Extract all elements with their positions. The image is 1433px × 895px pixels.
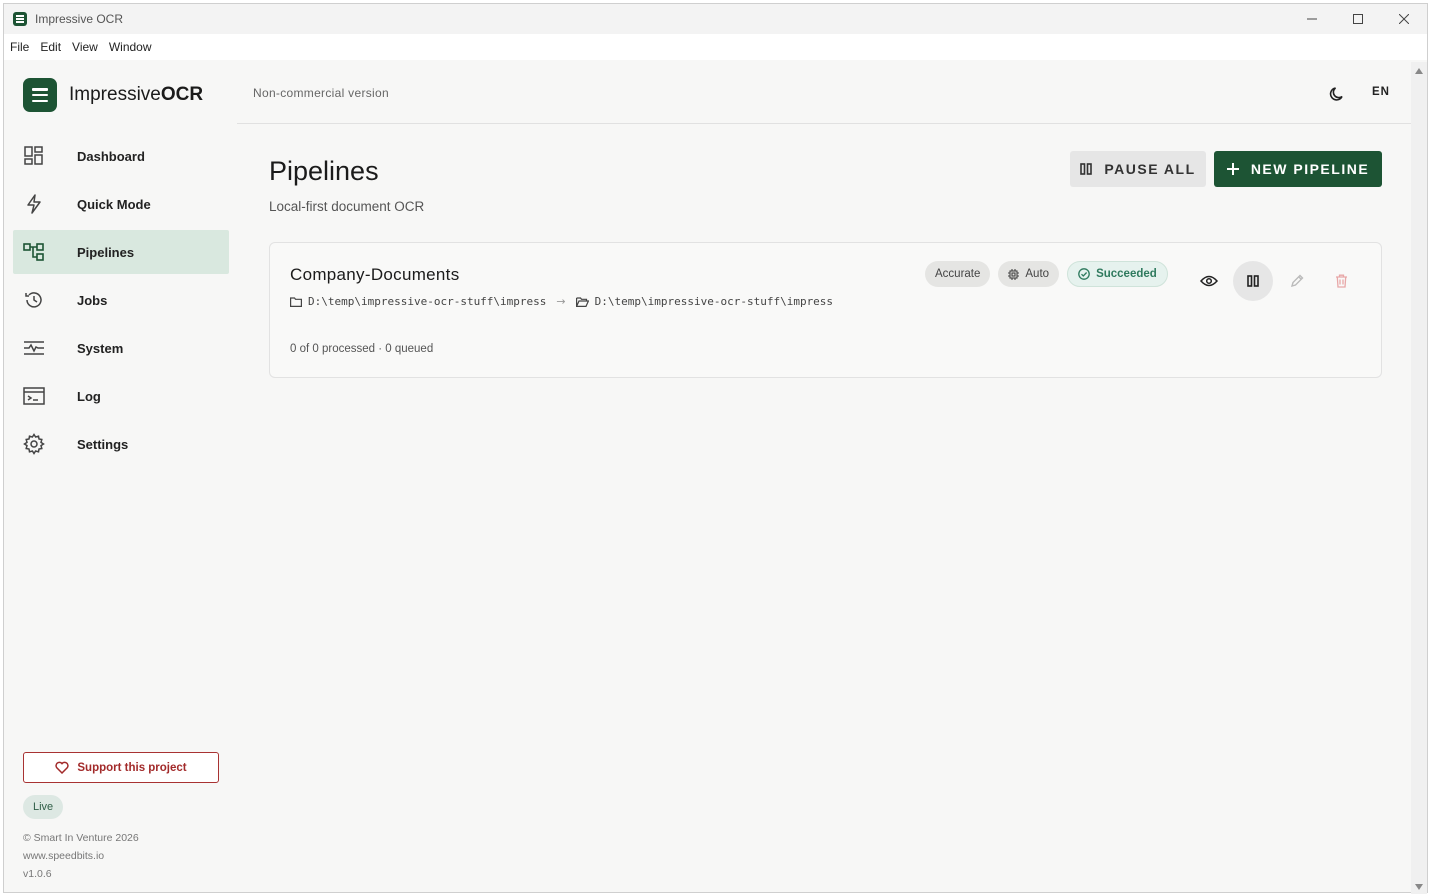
- page-title: Pipelines: [269, 156, 379, 186]
- pipeline-card[interactable]: Company-Documents D:\temp\impressive-ocr…: [269, 242, 1382, 378]
- brand-logo[interactable]: ImpressiveOCR: [23, 78, 203, 112]
- gear-icon: [23, 433, 45, 455]
- plus-icon: [1226, 163, 1239, 175]
- eye-icon: [1200, 275, 1218, 287]
- target-path: D:\temp\impressive-ocr-stuff\impress: [594, 295, 834, 308]
- moon-icon: [1329, 87, 1343, 101]
- sidebar-item-quick-mode[interactable]: Quick Mode: [13, 182, 229, 226]
- copyright: © Smart In Venture 2026: [23, 832, 139, 844]
- sidebar-item-label: Jobs: [77, 292, 108, 308]
- top-bar: Non-commercial version EN: [237, 62, 1414, 124]
- page-subtitle: Local-first document OCR: [269, 199, 425, 214]
- pause-all-label: PAUSE ALL: [1104, 161, 1196, 177]
- sidebar-item-log[interactable]: Log: [13, 374, 229, 418]
- edit-pipeline-button[interactable]: [1277, 261, 1317, 301]
- support-project-button[interactable]: Support this project: [23, 752, 219, 783]
- app-window: Impressive OCR File Edit View Window Imp…: [3, 3, 1428, 894]
- support-label: Support this project: [77, 761, 187, 774]
- brand-name: ImpressiveOCR: [69, 84, 204, 105]
- minimize-icon: [1307, 18, 1317, 20]
- website-link[interactable]: www.speedbits.io: [23, 850, 104, 862]
- new-pipeline-button[interactable]: NEW PIPELINE: [1214, 151, 1382, 187]
- pipeline-name: Company-Documents: [290, 265, 460, 284]
- status-badge: Succeeded: [1067, 261, 1168, 287]
- status-label: Succeeded: [1096, 268, 1157, 280]
- close-window-button[interactable]: [1381, 4, 1427, 34]
- dashboard-icon: [23, 145, 45, 167]
- window-title: Impressive OCR: [35, 12, 124, 26]
- heart-icon: [55, 761, 69, 774]
- sidebar-item-pipelines[interactable]: Pipelines: [13, 230, 229, 274]
- pause-icon: [1080, 163, 1093, 175]
- sidebar-item-jobs[interactable]: Jobs: [13, 278, 229, 322]
- sidebar-item-label: Quick Mode: [77, 196, 151, 212]
- menu-window[interactable]: Window: [109, 40, 152, 54]
- history-icon: [23, 289, 45, 311]
- sidebar-item-label: Pipelines: [77, 244, 135, 260]
- mode-badge: Accurate: [925, 261, 991, 287]
- sidebar-item-settings[interactable]: Settings: [13, 422, 229, 466]
- new-pipeline-label: NEW PIPELINE: [1250, 161, 1370, 177]
- system-icon: [23, 337, 45, 359]
- sidebar-nav: Dashboard Quick Mode Pipelines Jobs Syst…: [13, 134, 229, 470]
- pipeline-paths: D:\temp\impressive-ocr-stuff\impress → D…: [290, 295, 833, 308]
- scroll-up-arrow-icon[interactable]: [1415, 68, 1423, 74]
- sidebar-item-label: Log: [77, 388, 101, 404]
- sidebar-item-label: Settings: [77, 436, 129, 452]
- maximize-icon: [1353, 14, 1363, 24]
- arrow-right-icon: →: [556, 295, 566, 308]
- lightning-icon: [23, 193, 45, 215]
- status-badge: Live: [23, 795, 64, 819]
- sidebar: ImpressiveOCR Dashboard Quick Mode Pipel…: [5, 62, 237, 892]
- minimize-button[interactable]: [1289, 4, 1335, 34]
- menu-edit[interactable]: Edit: [40, 40, 61, 54]
- pause-all-button[interactable]: PAUSE ALL: [1070, 151, 1206, 187]
- app-icon: [13, 12, 27, 26]
- source-path: D:\temp\impressive-ocr-stuff\impress: [308, 295, 547, 308]
- scroll-down-arrow-icon[interactable]: [1415, 884, 1423, 890]
- theme-toggle-button[interactable]: [1325, 82, 1349, 106]
- license-label: Non-commercial version: [253, 86, 389, 100]
- check-circle-icon: [1078, 268, 1090, 280]
- sidebar-item-label: System: [77, 340, 124, 356]
- app-content: ImpressiveOCR Dashboard Quick Mode Pipel…: [5, 62, 1414, 892]
- close-icon: [1399, 14, 1409, 24]
- pencil-icon: [1290, 274, 1304, 288]
- pause-icon: [1247, 275, 1259, 287]
- pipeline-progress: 0 of 0 processed · 0 queued: [290, 343, 434, 355]
- app-version: v1.0.6: [23, 868, 52, 880]
- engine-badge: Auto: [998, 261, 1060, 287]
- language-selector[interactable]: EN: [1372, 86, 1390, 98]
- trash-icon: [1335, 274, 1347, 288]
- menu-bar: File Edit View Window: [4, 34, 1427, 60]
- sidebar-item-label: Dashboard: [77, 148, 145, 164]
- pipeline-tags: Accurate Auto Succeeded: [925, 261, 1176, 287]
- pause-pipeline-button[interactable]: [1233, 261, 1273, 301]
- logo-icon: [23, 78, 57, 112]
- terminal-icon: [23, 385, 45, 407]
- folder-icon: [290, 296, 302, 307]
- sidebar-item-dashboard[interactable]: Dashboard: [13, 134, 229, 178]
- menu-file[interactable]: File: [10, 40, 29, 54]
- vertical-scrollbar[interactable]: [1411, 62, 1427, 894]
- folder-open-icon: [575, 296, 589, 307]
- main-content: Pipelines Local-first document OCR PAUSE…: [237, 124, 1414, 892]
- maximize-button[interactable]: [1335, 4, 1381, 34]
- pipelines-icon: [23, 241, 45, 263]
- chip-icon: [1008, 268, 1020, 280]
- delete-pipeline-button[interactable]: [1321, 261, 1361, 301]
- engine-label: Auto: [1025, 268, 1050, 280]
- menu-view[interactable]: View: [72, 40, 98, 54]
- view-pipeline-button[interactable]: [1189, 261, 1229, 301]
- title-bar: Impressive OCR: [4, 4, 1427, 34]
- sidebar-item-system[interactable]: System: [13, 326, 229, 370]
